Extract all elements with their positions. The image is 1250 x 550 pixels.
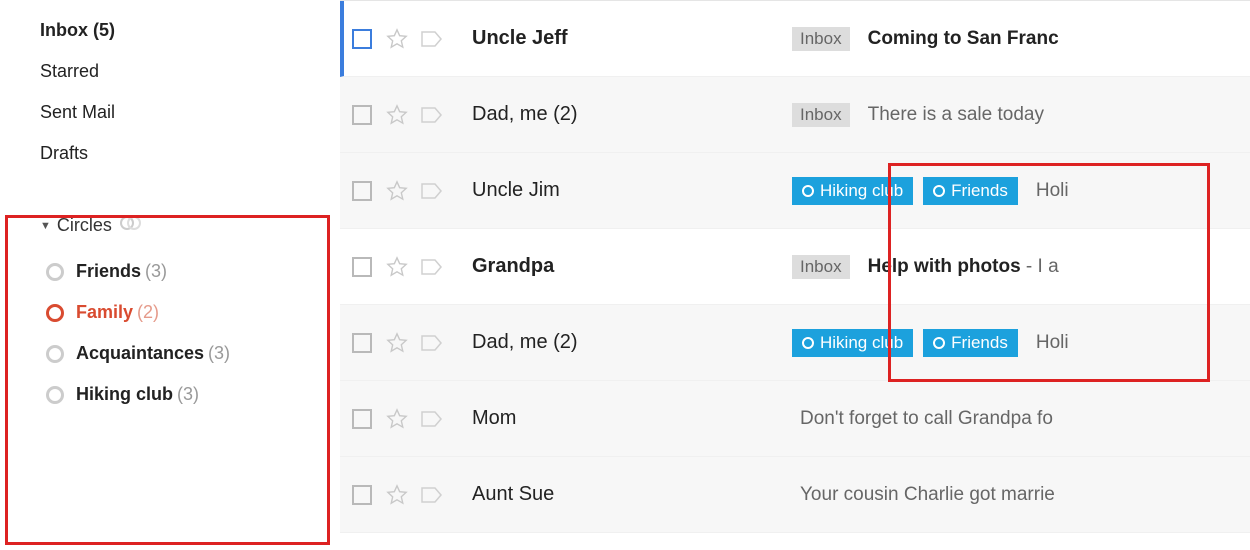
- circle-label-hiking[interactable]: Hiking club: [792, 329, 913, 357]
- subject: Holi: [1036, 332, 1069, 354]
- checkbox[interactable]: [352, 105, 372, 125]
- label-icon[interactable]: [420, 409, 444, 429]
- checkbox[interactable]: [352, 485, 372, 505]
- sidebar-circle-acquaintances[interactable]: Acquaintances (3): [40, 333, 340, 374]
- checkbox[interactable]: [352, 257, 372, 277]
- message-row[interactable]: Uncle Jeff Inbox Coming to San Franc: [340, 1, 1250, 77]
- subject: Your cousin Charlie got marrie: [800, 484, 1055, 506]
- star-icon[interactable]: [386, 104, 408, 126]
- sender: Mom: [472, 407, 792, 430]
- checkbox[interactable]: [352, 333, 372, 353]
- star-icon[interactable]: [386, 256, 408, 278]
- sidebar-circle-family[interactable]: Family (2): [40, 292, 340, 333]
- circle-label-friends[interactable]: Friends: [923, 329, 1018, 357]
- circle-name: Family: [76, 302, 133, 323]
- message-row[interactable]: Aunt Sue Your cousin Charlie got marrie: [340, 457, 1250, 533]
- subject: Don't forget to call Grandpa fo: [800, 408, 1053, 430]
- checkbox[interactable]: [352, 181, 372, 201]
- circle-count: (3): [208, 343, 230, 364]
- checkbox[interactable]: [352, 29, 372, 49]
- circle-count: (3): [145, 261, 167, 282]
- subject: Coming to San Franc: [868, 28, 1059, 50]
- sidebar-circle-hiking-club[interactable]: Hiking club (3): [40, 374, 340, 415]
- circle-icon: [46, 345, 64, 363]
- star-icon[interactable]: [386, 180, 408, 202]
- circles-icon: [120, 214, 142, 237]
- sender: Uncle Jim: [472, 179, 792, 202]
- sidebar: Inbox (5) Starred Sent Mail Drafts ▼ Cir…: [0, 0, 340, 550]
- subject: There is a sale today: [868, 104, 1044, 126]
- sender: Grandpa: [472, 255, 792, 278]
- message-row[interactable]: Uncle Jim Hiking club Friends Holi: [340, 153, 1250, 229]
- circles-toggle[interactable]: ▼ Circles: [40, 208, 340, 243]
- nav-drafts[interactable]: Drafts: [40, 133, 340, 174]
- circle-count: (2): [137, 302, 159, 323]
- circle-icon: [46, 263, 64, 281]
- circle-icon: [46, 304, 64, 322]
- subject: Help with photos - I a: [868, 256, 1059, 278]
- nav-starred[interactable]: Starred: [40, 51, 340, 92]
- sender: Dad, me (2): [472, 103, 792, 126]
- circle-name: Hiking club: [76, 384, 173, 405]
- label-icon[interactable]: [420, 105, 444, 125]
- inbox-label[interactable]: Inbox: [792, 255, 850, 279]
- checkbox[interactable]: [352, 409, 372, 429]
- star-icon[interactable]: [386, 484, 408, 506]
- nav-sent-mail[interactable]: Sent Mail: [40, 92, 340, 133]
- circle-name: Friends: [76, 261, 141, 282]
- message-row[interactable]: Grandpa Inbox Help with photos - I a: [340, 229, 1250, 305]
- sender: Aunt Sue: [472, 483, 792, 506]
- star-icon[interactable]: [386, 408, 408, 430]
- nav-inbox[interactable]: Inbox (5): [40, 10, 340, 51]
- label-icon[interactable]: [420, 485, 444, 505]
- circle-name: Acquaintances: [76, 343, 204, 364]
- chevron-down-icon: ▼: [40, 220, 51, 232]
- circle-label-friends[interactable]: Friends: [923, 177, 1018, 205]
- message-list: Uncle Jeff Inbox Coming to San Franc Dad…: [340, 0, 1250, 550]
- label-icon[interactable]: [420, 181, 444, 201]
- sender: Uncle Jeff: [472, 27, 792, 50]
- sidebar-circle-friends[interactable]: Friends (3): [40, 251, 340, 292]
- message-row[interactable]: Mom Don't forget to call Grandpa fo: [340, 381, 1250, 457]
- label-icon[interactable]: [420, 333, 444, 353]
- circle-count: (3): [177, 384, 199, 405]
- label-icon[interactable]: [420, 29, 444, 49]
- sender: Dad, me (2): [472, 331, 792, 354]
- star-icon[interactable]: [386, 332, 408, 354]
- message-row[interactable]: Dad, me (2) Hiking club Friends Holi: [340, 305, 1250, 381]
- inbox-label[interactable]: Inbox: [792, 27, 850, 51]
- subject: Holi: [1036, 180, 1069, 202]
- star-icon[interactable]: [386, 28, 408, 50]
- message-row[interactable]: Dad, me (2) Inbox There is a sale today: [340, 77, 1250, 153]
- circle-icon: [46, 386, 64, 404]
- circles-label: Circles: [57, 215, 112, 236]
- circle-label-hiking[interactable]: Hiking club: [792, 177, 913, 205]
- inbox-label[interactable]: Inbox: [792, 103, 850, 127]
- label-icon[interactable]: [420, 257, 444, 277]
